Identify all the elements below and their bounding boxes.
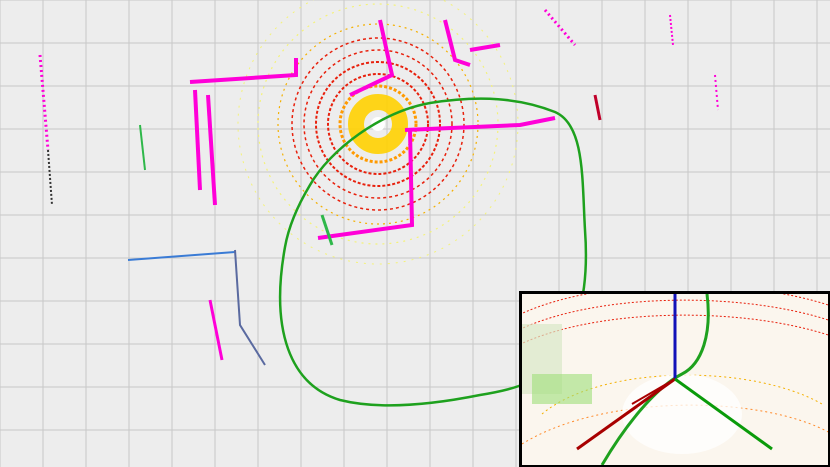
wall <box>193 89 202 191</box>
closeup-structure <box>532 374 592 404</box>
sensor-closeup-inset <box>519 291 830 467</box>
wall <box>714 74 719 111</box>
wall <box>208 299 224 361</box>
point-cloud-viewport[interactable] <box>0 0 830 467</box>
closeup-view <box>522 294 828 465</box>
wall <box>189 58 298 84</box>
wall <box>349 19 395 97</box>
lidar-scan <box>237 0 519 265</box>
wall <box>47 149 53 206</box>
wall <box>38 54 50 151</box>
wall <box>543 9 577 46</box>
wall <box>593 94 602 121</box>
wall <box>127 251 236 261</box>
wall <box>469 43 501 52</box>
wall <box>320 214 334 246</box>
wall <box>139 124 146 171</box>
wall <box>206 94 217 206</box>
wall <box>234 249 266 366</box>
wall <box>669 14 674 46</box>
